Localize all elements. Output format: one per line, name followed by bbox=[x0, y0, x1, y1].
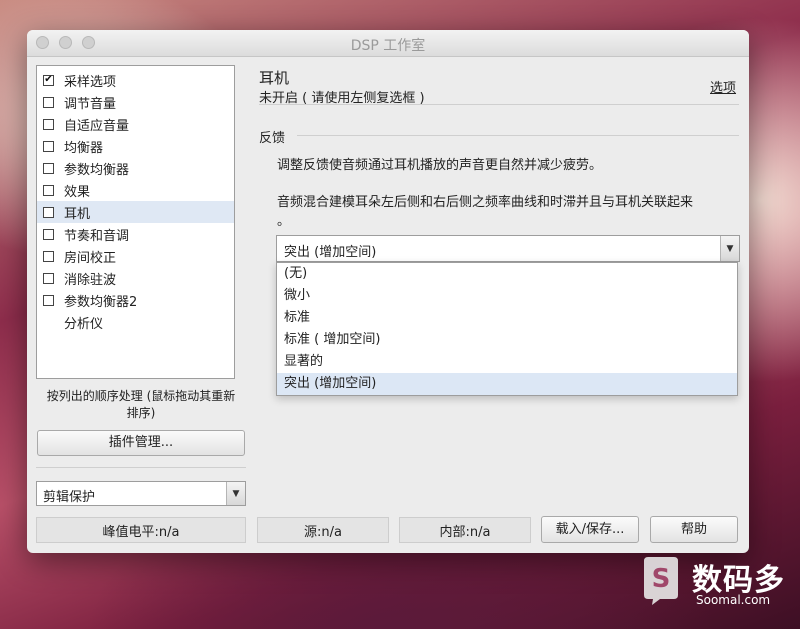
plugin-item-standing-wave[interactable]: 消除驻波 bbox=[37, 267, 234, 289]
watermark-url: Soomal.com bbox=[696, 593, 771, 607]
plugin-item-effects[interactable]: 效果 bbox=[37, 179, 234, 201]
plugin-item-headphones[interactable]: 耳机 bbox=[37, 201, 234, 223]
dropdown-option-standard[interactable]: 标准 bbox=[277, 307, 737, 329]
checkbox-effects[interactable] bbox=[43, 184, 54, 196]
plugin-item-equalizer[interactable]: 均衡器 bbox=[37, 135, 234, 157]
plugin-item-volume[interactable]: 调节音量 bbox=[37, 91, 234, 113]
sidebar-divider bbox=[36, 467, 246, 468]
help-button[interactable]: 帮助 bbox=[650, 516, 738, 543]
plugin-item-label: 节奏和音调 bbox=[64, 228, 130, 244]
feedback-level-dropdown[interactable]: (无) 微小 标准 标准 ( 增加空间) 显著的 突出 (增加空间) bbox=[276, 262, 738, 396]
title-bar: DSP 工作室 bbox=[27, 30, 749, 57]
checkbox-sampling[interactable]: ✔ bbox=[43, 74, 54, 86]
dropdown-option-prominent-space[interactable]: 突出 (增加空间) bbox=[277, 373, 737, 395]
feedback-level-select[interactable]: 突出 (增加空间) ▼ bbox=[276, 235, 740, 262]
peak-level-status: 峰值电平:n/a bbox=[36, 517, 246, 543]
panel-title: 耳机 bbox=[259, 69, 290, 87]
crossfeed-description-line1: 音频混合建模耳朵左后侧和右后侧之频率曲线和时滞并且与耳机关联起来 bbox=[277, 195, 694, 210]
plugin-item-sampling[interactable]: ✔ 采样选项 bbox=[37, 69, 234, 91]
soomal-watermark: S 数码多 Soomal.com bbox=[640, 553, 795, 619]
svg-text:S: S bbox=[652, 564, 671, 594]
feedback-level-value: 突出 (增加空间) bbox=[284, 245, 377, 260]
plugin-item-parametric-eq[interactable]: 参数均衡器 bbox=[37, 157, 234, 179]
plugin-item-label: 消除驻波 bbox=[64, 272, 117, 288]
load-save-button[interactable]: 载入/保存... bbox=[541, 516, 639, 543]
plugin-item-label: 调节音量 bbox=[64, 96, 117, 112]
dropdown-option-slight[interactable]: 微小 bbox=[277, 285, 737, 307]
plugin-item-label: 耳机 bbox=[64, 206, 91, 222]
chevron-down-icon[interactable]: ▼ bbox=[226, 482, 245, 505]
internal-status: 内部:n/a bbox=[399, 517, 531, 543]
plugin-item-tempo-pitch[interactable]: 节奏和音调 bbox=[37, 223, 234, 245]
plugin-item-label: 房间校正 bbox=[64, 250, 117, 266]
plugin-manager-button[interactable]: 插件管理... bbox=[37, 430, 245, 456]
plugin-item-label: 自适应音量 bbox=[64, 118, 130, 134]
dropdown-option-significant[interactable]: 显著的 bbox=[277, 351, 737, 373]
dropdown-option-none[interactable]: (无) bbox=[277, 263, 737, 285]
section-title-feedback: 反馈 bbox=[259, 131, 286, 146]
order-note-line1: 按列出的顺序处理 (鼠标拖动其重新 bbox=[46, 389, 236, 403]
preset-select-value: 剪辑保护 bbox=[43, 490, 96, 505]
dsp-plugin-list[interactable]: ✔ 采样选项 调节音量 自适应音量 均衡器 参数均衡器 效果 耳机 节奏和音调 … bbox=[36, 65, 235, 379]
dropdown-option-standard-space[interactable]: 标准 ( 增加空间) bbox=[277, 329, 737, 351]
order-note-line2: 排序) bbox=[126, 406, 156, 420]
soomal-logo-icon: S bbox=[644, 557, 678, 605]
checkbox-tempo-pitch[interactable] bbox=[43, 228, 54, 240]
plugin-item-label: 参数均衡器 bbox=[64, 162, 130, 178]
plugin-item-parametric-eq2[interactable]: 参数均衡器2 bbox=[37, 289, 234, 311]
checkbox-parametric-eq2[interactable] bbox=[43, 294, 54, 306]
checkbox-parametric-eq[interactable] bbox=[43, 162, 54, 174]
checkbox-equalizer[interactable] bbox=[43, 140, 54, 152]
plugin-item-adaptive-volume[interactable]: 自适应音量 bbox=[37, 113, 234, 135]
plugin-item-label: 参数均衡器2 bbox=[64, 294, 138, 310]
plugin-item-label: 分析仪 bbox=[64, 316, 104, 332]
source-status: 源:n/a bbox=[257, 517, 389, 543]
checkbox-room-correction[interactable] bbox=[43, 250, 54, 262]
plugin-item-label: 效果 bbox=[64, 184, 91, 200]
plugin-item-analyzer[interactable]: 分析仪 bbox=[37, 311, 234, 333]
plugin-item-room-correction[interactable]: 房间校正 bbox=[37, 245, 234, 267]
dsp-studio-window: DSP 工作室 ✔ 采样选项 调节音量 自适应音量 均衡器 参数均衡器 效果 耳… bbox=[27, 30, 749, 553]
section-divider bbox=[297, 135, 739, 136]
checkbox-headphones[interactable] bbox=[43, 206, 54, 218]
checkbox-adaptive-volume[interactable] bbox=[43, 118, 54, 130]
plugin-item-label: 均衡器 bbox=[64, 140, 104, 156]
options-link[interactable]: 选项 bbox=[710, 77, 736, 96]
plugin-item-label: 采样选项 bbox=[64, 74, 117, 90]
panel-header-divider bbox=[259, 104, 739, 105]
window-title: DSP 工作室 bbox=[350, 38, 426, 54]
chevron-down-icon[interactable]: ▼ bbox=[720, 236, 739, 261]
preset-select[interactable]: 剪辑保护 ▼ bbox=[36, 481, 246, 506]
crossfeed-description-line2: 。 bbox=[277, 214, 291, 229]
order-note: 按列出的顺序处理 (鼠标拖动其重新 排序) bbox=[36, 388, 246, 422]
feedback-description: 调整反馈使音频通过耳机播放的声音更自然并减少疲劳。 bbox=[277, 158, 603, 173]
checkbox-standing-wave[interactable] bbox=[43, 272, 54, 284]
checkbox-volume[interactable] bbox=[43, 96, 54, 108]
